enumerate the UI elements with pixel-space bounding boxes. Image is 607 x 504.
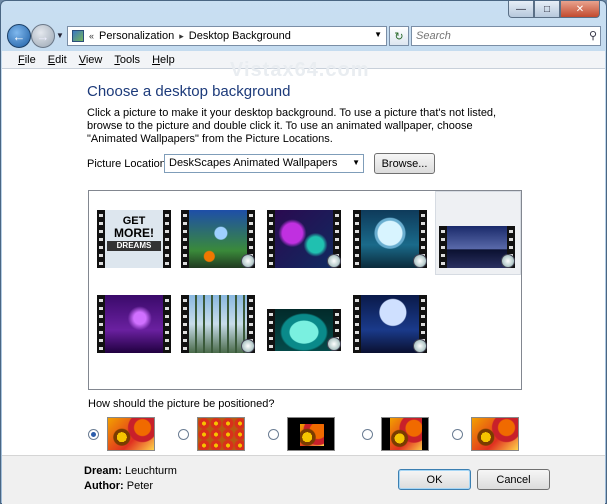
close-icon: ✕ bbox=[575, 3, 585, 15]
moon-night-image bbox=[361, 295, 419, 353]
plasma-image bbox=[275, 210, 333, 268]
browse-button[interactable]: Browse... bbox=[374, 153, 435, 174]
dreamscene-badge-icon bbox=[501, 254, 515, 268]
position-radio-fit[interactable] bbox=[88, 429, 99, 440]
dreamscene-badge-icon bbox=[327, 337, 341, 351]
dreams-text: DREAMS bbox=[107, 241, 161, 251]
breadcrumb-overflow[interactable]: « bbox=[89, 31, 94, 41]
page-title: Choose a desktop background bbox=[87, 83, 291, 100]
menu-view[interactable]: View bbox=[73, 54, 109, 66]
chevron-down-icon: ▼ bbox=[56, 31, 64, 40]
dream-label: Dream: bbox=[84, 465, 122, 477]
wallpaper-thumb-plasma[interactable] bbox=[267, 210, 341, 268]
caption-buttons: — □ ✕ bbox=[508, 1, 600, 18]
position-radio-stretch[interactable] bbox=[452, 429, 463, 440]
menu-tools[interactable]: Tools bbox=[108, 54, 146, 66]
ok-button[interactable]: OK bbox=[398, 469, 471, 490]
minimize-icon: — bbox=[516, 3, 526, 15]
picture-location-select[interactable]: DeskScapes Animated Wallpapers ▼ bbox=[164, 154, 364, 173]
address-bar[interactable]: « Personalization ▸ Desktop Background ▼ bbox=[67, 26, 387, 46]
dream-value: Leuchturm bbox=[124, 465, 177, 477]
position-radio-center-fill[interactable] bbox=[362, 429, 373, 440]
address-dropdown-icon[interactable]: ▼ bbox=[374, 30, 382, 39]
watermark: Vistax64.com bbox=[230, 59, 370, 81]
forward-button[interactable]: → bbox=[31, 24, 55, 48]
purple-storm-image bbox=[105, 295, 163, 353]
dreamscene-badge-icon bbox=[327, 254, 341, 268]
dreamscene-badge-icon bbox=[241, 339, 255, 353]
center-preview bbox=[287, 417, 335, 451]
chevron-down-icon: ▼ bbox=[352, 158, 360, 167]
wallpaper-thumb-get-more[interactable]: GET MORE! DREAMS bbox=[97, 210, 171, 268]
author-value: Peter bbox=[126, 480, 154, 492]
center-fill-preview bbox=[381, 417, 429, 451]
tile-preview bbox=[197, 417, 245, 451]
cancel-button[interactable]: Cancel bbox=[477, 469, 550, 490]
wallpaper-thumb-fantasy[interactable] bbox=[181, 210, 255, 268]
teal-drop-image bbox=[275, 309, 333, 351]
close-button[interactable]: ✕ bbox=[560, 1, 600, 18]
roller-coaster-image bbox=[189, 295, 247, 353]
maximize-icon: □ bbox=[543, 3, 551, 15]
position-question: How should the picture be positioned? bbox=[88, 398, 275, 410]
wallpaper-thumb-moon-night[interactable] bbox=[353, 295, 427, 353]
menu-edit[interactable]: Edit bbox=[42, 54, 73, 66]
dreamscene-badge-icon bbox=[413, 254, 427, 268]
search-icon[interactable]: ⚲ bbox=[589, 29, 597, 42]
author-info: Author: Peter bbox=[84, 480, 153, 492]
maximize-button[interactable]: □ bbox=[534, 1, 560, 18]
search-box: ⚲ bbox=[411, 26, 601, 46]
wallpaper-thumb-moon-sea[interactable] bbox=[353, 210, 427, 268]
breadcrumb-desktop-background[interactable]: Desktop Background bbox=[189, 30, 291, 42]
more-text: MORE! bbox=[114, 226, 154, 240]
explorer-window: — □ ✕ ← → ▼ « Personalization ▸ Desktop … bbox=[0, 0, 607, 504]
recent-pages-dropdown[interactable]: ▼ bbox=[56, 31, 64, 40]
picture-location-value: DeskScapes Animated Wallpapers bbox=[169, 157, 338, 169]
breadcrumb-separator-icon[interactable]: ▸ bbox=[179, 31, 184, 42]
stretch-preview bbox=[471, 417, 519, 451]
page-description: Click a picture to make it your desktop … bbox=[87, 107, 497, 145]
breadcrumb-personalization[interactable]: Personalization bbox=[99, 30, 174, 42]
position-radio-center[interactable] bbox=[268, 429, 279, 440]
fantasy-landscape-image bbox=[189, 210, 247, 268]
arrow-right-icon: → bbox=[36, 28, 50, 44]
moon-sea-image bbox=[361, 210, 419, 268]
author-label: Author: bbox=[84, 480, 124, 492]
address-toolbar: ← → ▼ « Personalization ▸ Desktop Backgr… bbox=[5, 23, 604, 49]
wallpaper-thumb-purple-storm[interactable] bbox=[97, 295, 171, 353]
minimize-button[interactable]: — bbox=[508, 1, 534, 18]
back-button[interactable]: ← bbox=[7, 24, 31, 48]
wallpaper-gallery[interactable]: GET MORE! DREAMS bbox=[88, 190, 522, 390]
dream-info: Dream: Leuchturm bbox=[84, 465, 177, 477]
position-radio-tile[interactable] bbox=[178, 429, 189, 440]
get-more-dreams-image: GET MORE! DREAMS bbox=[105, 210, 163, 268]
lighthouse-image bbox=[447, 226, 507, 268]
fit-to-screen-preview bbox=[107, 417, 155, 451]
footer-bar: Dream: Leuchturm Author: Peter OK Cancel bbox=[2, 455, 605, 504]
refresh-button[interactable]: ↻ bbox=[389, 26, 409, 46]
content-pane: Vistax64.com Choose a desktop background… bbox=[2, 59, 605, 455]
search-input[interactable] bbox=[412, 27, 572, 45]
control-panel-icon bbox=[72, 30, 84, 42]
refresh-icon: ↻ bbox=[394, 30, 404, 43]
dreamscene-badge-icon bbox=[413, 339, 427, 353]
wallpaper-thumb-leuchturm[interactable] bbox=[439, 226, 515, 268]
arrow-left-icon: ← bbox=[12, 28, 26, 44]
dreamscene-badge-icon bbox=[241, 254, 255, 268]
picture-location-label: Picture Location bbox=[87, 158, 166, 170]
menu-file[interactable]: File bbox=[12, 54, 42, 66]
wallpaper-thumb-coaster[interactable] bbox=[181, 295, 255, 353]
wallpaper-thumb-teal-drop[interactable] bbox=[267, 309, 341, 351]
menu-help[interactable]: Help bbox=[146, 54, 181, 66]
